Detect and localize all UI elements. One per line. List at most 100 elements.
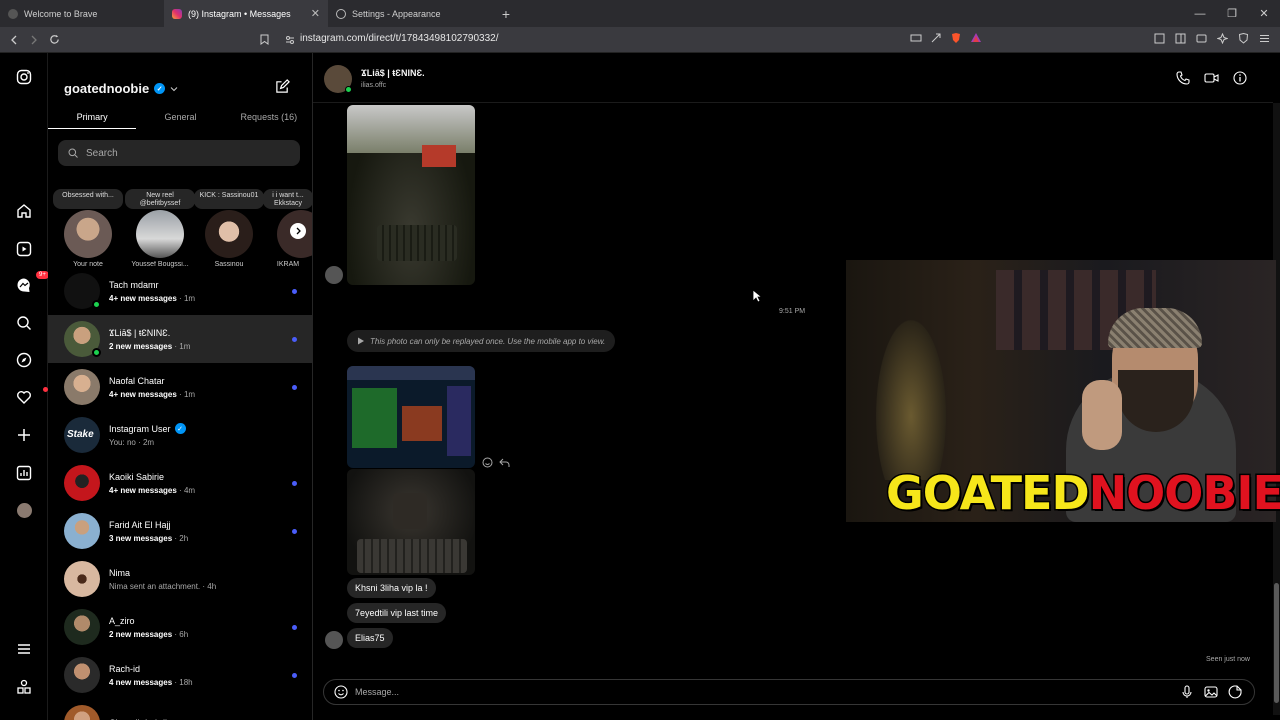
conversation-item[interactable]: Tach mdamr 4+ new messages · 1m xyxy=(48,267,312,315)
address-bar-row: instagram.com/direct/t/17843498102790332… xyxy=(0,27,1280,53)
heart-icon[interactable] xyxy=(14,387,48,407)
explore-icon[interactable] xyxy=(14,350,34,370)
avatar xyxy=(64,210,112,258)
window-controls: — ❐ ✕ xyxy=(1184,0,1280,27)
preview-time: · 4h xyxy=(200,581,217,591)
share-icon[interactable] xyxy=(930,32,942,44)
conversation-item[interactable]: Chouaib Labdi xyxy=(48,699,312,720)
preview-text: 2 new messages xyxy=(109,629,173,639)
search-icon[interactable] xyxy=(14,313,34,333)
conversation-name-text: Tach mdamr xyxy=(109,279,159,290)
menu-icon[interactable] xyxy=(1259,33,1270,44)
sender-avatar[interactable] xyxy=(325,266,343,284)
conversation-item[interactable]: A_ziro 2 new messages · 6h xyxy=(48,603,312,651)
conversation-item[interactable]: Nima Nima sent an attachment. · 4h xyxy=(48,555,312,603)
emoji-icon[interactable] xyxy=(334,685,348,699)
back-icon[interactable] xyxy=(4,30,24,50)
tab-requests[interactable]: Requests (16) xyxy=(225,105,312,129)
leo-icon[interactable] xyxy=(1217,33,1228,44)
conversation-item[interactable]: Farid Ait El Hajj 3 new messages · 2h xyxy=(48,507,312,555)
conversation-name: Naofal Chatar xyxy=(109,376,279,386)
scrollbar-thumb[interactable] xyxy=(1274,583,1279,703)
note-item[interactable]: KICK : Sassinou01 Sassinou xyxy=(194,189,264,268)
new-tab-button[interactable]: + xyxy=(492,0,520,27)
maximize-button[interactable]: ❐ xyxy=(1216,0,1248,27)
conversation-item[interactable]: Stake Instagram User ✓ You: no · 2m xyxy=(48,411,312,459)
react-icon[interactable] xyxy=(482,457,493,468)
close-tab-icon[interactable]: ✕ xyxy=(311,7,320,20)
tab-instagram[interactable]: (9) Instagram • Messages ✕ xyxy=(164,0,328,27)
photo-message[interactable] xyxy=(347,469,475,575)
browser-tab-bar: Welcome to Brave (9) Instagram • Message… xyxy=(0,0,1280,27)
conversation-item[interactable]: Rach-id 4 new messages · 18h xyxy=(48,651,312,699)
info-icon[interactable] xyxy=(1233,71,1247,85)
brave-rewards-icon[interactable] xyxy=(970,32,982,44)
site-info-icon[interactable] xyxy=(280,30,300,50)
messenger-icon[interactable]: 9+ xyxy=(14,271,49,295)
chat-title[interactable]: ϪLiā$ | ŧƐNINƐ. xyxy=(361,68,425,78)
compose-icon[interactable] xyxy=(275,79,290,94)
more-menu-icon[interactable] xyxy=(14,639,34,659)
note-item[interactable]: Obsessed with... Your note xyxy=(53,189,123,268)
reader-icon[interactable] xyxy=(1154,33,1165,44)
image-icon[interactable] xyxy=(1204,685,1218,699)
photo-message[interactable] xyxy=(347,366,475,468)
cast-icon[interactable] xyxy=(910,32,922,44)
sender-avatar[interactable] xyxy=(325,631,343,649)
conversation-text: Instagram User ✓ You: no · 2m xyxy=(109,423,279,447)
view-once-notice: This photo can only be replayed once. Us… xyxy=(347,330,616,352)
profile-avatar[interactable] xyxy=(14,500,34,520)
avatar xyxy=(64,609,100,645)
next-notes-button[interactable] xyxy=(290,223,306,239)
account-switcher[interactable]: goatednoobie ✓ xyxy=(64,81,178,96)
unread-dot xyxy=(292,672,297,678)
minimize-button[interactable]: — xyxy=(1184,0,1216,27)
conversation-item[interactable]: Kaoiki Sabirie 4+ new messages · 4m xyxy=(48,459,312,507)
create-icon[interactable] xyxy=(14,425,34,445)
screen-image-detail xyxy=(422,145,456,167)
apps-icon[interactable] xyxy=(14,677,34,697)
conversation-preview: 3 new messages · 2h xyxy=(109,534,279,543)
search-input[interactable]: Search xyxy=(58,140,300,166)
close-window-button[interactable]: ✕ xyxy=(1248,0,1280,27)
tab-title: Welcome to Brave xyxy=(24,8,98,19)
reels-icon[interactable] xyxy=(14,239,34,259)
forward-icon[interactable] xyxy=(24,30,44,50)
unread-dot xyxy=(292,480,297,486)
bookmark-icon[interactable] xyxy=(254,30,274,50)
reply-icon[interactable] xyxy=(499,457,510,468)
brave-shields-icon[interactable] xyxy=(950,32,962,44)
sticker-icon[interactable] xyxy=(1228,685,1242,699)
tab-settings[interactable]: Settings - Appearance xyxy=(328,0,492,27)
tab-welcome[interactable]: Welcome to Brave xyxy=(0,0,164,27)
conversation-text: Tach mdamr 4+ new messages · 1m xyxy=(109,280,279,303)
conversation-item[interactable]: Naofal Chatar 4+ new messages · 1m xyxy=(48,363,312,411)
home-icon[interactable] xyxy=(14,201,34,221)
microphone-icon[interactable] xyxy=(1180,685,1194,699)
screen-image-detail xyxy=(352,388,397,448)
message-input[interactable]: Message... xyxy=(323,679,1255,705)
conversation-item[interactable]: ϪLiā$ | ŧƐNINƐ. 2 new messages · 1m xyxy=(48,315,312,363)
address-actions xyxy=(910,32,982,44)
vpn-icon[interactable] xyxy=(1238,33,1249,44)
photo-message[interactable] xyxy=(347,105,475,285)
instagram-logo-icon[interactable] xyxy=(14,67,34,87)
sidebar-toggle-icon[interactable] xyxy=(1175,33,1186,44)
url-text[interactable]: instagram.com/direct/t/17843498102790332… xyxy=(300,33,498,44)
preview-time: · 1m xyxy=(176,293,196,303)
tab-primary[interactable]: Primary xyxy=(48,105,137,129)
conversation-name: Tach mdamr xyxy=(109,280,279,290)
wallet-icon[interactable] xyxy=(1196,33,1207,44)
dashboard-icon[interactable] xyxy=(14,463,34,483)
tab-title: (9) Instagram • Messages xyxy=(188,8,291,19)
tab-general[interactable]: General xyxy=(136,105,224,129)
phone-icon[interactable] xyxy=(1176,71,1190,85)
conversation-name-text: Naofal Chatar xyxy=(109,375,165,386)
reload-icon[interactable] xyxy=(44,30,64,50)
conversation-text: Nima Nima sent an attachment. · 4h xyxy=(109,568,279,591)
message-bubble[interactable]: Khsni 3liha vip la ! xyxy=(347,578,436,598)
message-bubble[interactable]: 7eyedtili vip last time xyxy=(347,603,447,623)
message-bubble[interactable]: Elias75 xyxy=(347,628,393,648)
video-call-icon[interactable] xyxy=(1204,71,1219,85)
note-item[interactable]: New reel @befitbyssef Youssef Bougssi... xyxy=(125,189,195,268)
